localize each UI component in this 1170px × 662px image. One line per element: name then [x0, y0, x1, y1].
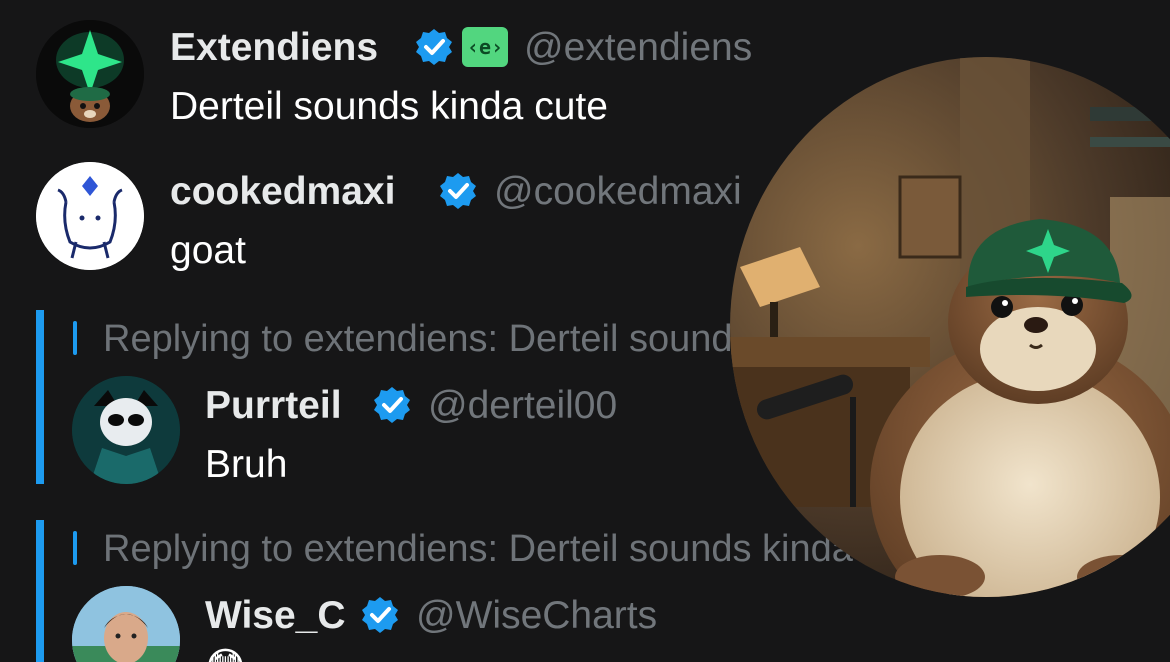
reply-indicator — [73, 531, 77, 565]
verified-badge-icon — [440, 173, 476, 209]
avatar[interactable] — [36, 20, 144, 128]
reply-context[interactable]: Replying to extendiens: Derteil sounds k… — [103, 530, 935, 568]
author-name[interactable]: cookedmaxi — [170, 172, 395, 211]
author-handle[interactable]: @WiseCharts — [416, 596, 657, 635]
reply-thread-bar — [36, 310, 44, 484]
post-text: 😳 — [205, 648, 246, 662]
post-text: Derteil sounds kinda cute — [170, 85, 608, 128]
affiliate-badge-icon: ‹e› — [462, 27, 508, 67]
avatar[interactable] — [72, 376, 180, 484]
author-name[interactable]: Extendiens — [170, 28, 378, 67]
verified-badge-icon — [362, 597, 398, 633]
author-handle[interactable]: @cookedmaxi — [494, 172, 742, 211]
reply-feed: Extendiens ‹e› @extendiens Derteil sound… — [0, 0, 1170, 662]
verified-badge-icon — [374, 387, 410, 423]
verified-badge-icon — [416, 29, 452, 65]
author-handle[interactable]: @derteil00 — [428, 386, 617, 425]
avatar[interactable] — [36, 162, 144, 270]
reply-thread-bar — [36, 520, 44, 662]
avatar[interactable] — [72, 586, 180, 662]
reply-indicator — [73, 321, 77, 355]
post-text: Bruh — [205, 443, 288, 486]
author-name[interactable]: Wise_C — [205, 596, 346, 635]
post-text: goat — [170, 229, 246, 272]
author-name[interactable]: Purrteil — [205, 386, 342, 425]
author-handle[interactable]: @extendiens — [524, 28, 752, 67]
otter-mascot-image — [730, 57, 1170, 597]
